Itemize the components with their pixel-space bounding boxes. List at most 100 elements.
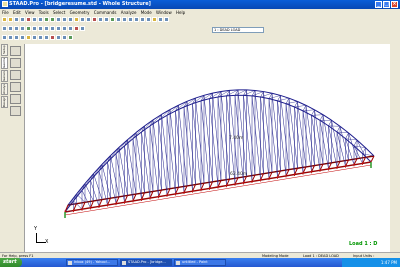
save-icon[interactable]	[14, 17, 19, 22]
app-icon	[2, 1, 8, 7]
start-button[interactable]: start	[0, 258, 22, 267]
pan-icon[interactable]	[164, 17, 169, 22]
display-icon[interactable]	[152, 17, 157, 22]
truss-diagonal	[141, 131, 151, 199]
dynamic-zoom-icon[interactable]	[44, 26, 49, 31]
arch-chord	[268, 98, 278, 102]
view-side-icon[interactable]	[134, 17, 139, 22]
truss-diagonal	[251, 95, 261, 181]
zoom-out-icon[interactable]	[68, 17, 73, 22]
undo-icon[interactable]	[44, 17, 49, 22]
menu-analyze[interactable]: Analyze	[121, 10, 137, 15]
dimension-icon[interactable]	[116, 17, 121, 22]
merge-icon[interactable]	[32, 35, 37, 40]
rotate-z-icon[interactable]	[68, 26, 73, 31]
grid-icon[interactable]	[56, 35, 61, 40]
select-icon[interactable]	[158, 17, 163, 22]
load-case-combo[interactable]: 1 : DEAD LOAD	[212, 27, 264, 33]
truss-diagonal	[243, 95, 253, 182]
menu-commands[interactable]: Commands	[94, 10, 117, 15]
menu-tools[interactable]: Tools	[39, 10, 49, 15]
label-icon[interactable]	[122, 17, 127, 22]
zoom-in-icon[interactable]	[62, 17, 67, 22]
view-top-icon[interactable]	[140, 17, 145, 22]
menu-view[interactable]: View	[25, 10, 35, 15]
close-button[interactable]: ×	[391, 1, 398, 8]
structure-wizard-icon[interactable]	[62, 35, 67, 40]
move-icon[interactable]	[20, 35, 25, 40]
minimize-button[interactable]: _	[375, 1, 382, 8]
mirror-icon[interactable]	[14, 35, 19, 40]
window-title: STAAD.Pro - [bridgeresume.std - Whole St…	[9, 1, 151, 7]
menu-mode[interactable]: Mode	[141, 10, 152, 15]
truss-diagonal	[178, 105, 188, 186]
sub-page-button[interactable]	[10, 82, 21, 92]
select-beams-icon[interactable]	[14, 26, 19, 31]
open-folder-icon[interactable]	[8, 17, 13, 22]
tab-analysis-print[interactable]: Analysis/Print	[1, 83, 8, 95]
task-paint[interactable]: untitled - Paint	[174, 259, 226, 266]
tab-design[interactable]: Design	[1, 96, 8, 108]
menu-file[interactable]: File	[2, 10, 9, 15]
intersect-icon[interactable]	[38, 35, 43, 40]
analysis-icon[interactable]	[110, 17, 115, 22]
truss-diagonal	[263, 91, 273, 173]
snap-grid-icon[interactable]	[74, 17, 79, 22]
support-icon[interactable]	[92, 17, 97, 22]
bridge-model[interactable]	[25, 44, 390, 252]
menu-select[interactable]: Select	[53, 10, 65, 15]
sub-page-button[interactable]	[10, 106, 21, 116]
node-icon[interactable]	[86, 17, 91, 22]
truss-diagonal	[217, 96, 227, 186]
height-dimension: 7.40m	[229, 136, 244, 141]
arch-chord	[135, 125, 145, 133]
split-beam-icon[interactable]	[26, 35, 31, 40]
sub-page-button[interactable]	[10, 46, 21, 56]
delete-icon[interactable]	[50, 35, 55, 40]
paste-icon[interactable]	[38, 17, 43, 22]
select-all-icon[interactable]	[32, 26, 37, 31]
new-file-icon[interactable]	[2, 17, 7, 22]
copy-icon[interactable]	[32, 17, 37, 22]
menu-geometry[interactable]: Geometry	[70, 10, 90, 15]
box-zoom-icon[interactable]	[38, 26, 43, 31]
menu-help[interactable]: Help	[176, 10, 185, 15]
sub-page-button[interactable]	[10, 58, 21, 68]
view-front-icon[interactable]	[128, 17, 133, 22]
run-analysis-icon[interactable]	[68, 35, 73, 40]
select-solids-icon[interactable]	[26, 26, 31, 31]
menu-edit[interactable]: Edit	[13, 10, 21, 15]
solid-icon[interactable]	[104, 17, 109, 22]
renumber-icon[interactable]	[44, 35, 49, 40]
fit-icon[interactable]	[50, 26, 55, 31]
maximize-button[interactable]: □	[383, 1, 390, 8]
sub-page-button[interactable]	[10, 94, 21, 104]
perspective-icon[interactable]	[80, 26, 85, 31]
tab-setup[interactable]: Setup	[1, 44, 8, 56]
beam-icon[interactable]	[80, 17, 85, 22]
deck-girder	[297, 166, 307, 169]
menu-bar: File Edit View Tools Select Geometry Com…	[0, 9, 400, 16]
circular-repeat-icon[interactable]	[8, 35, 13, 40]
view-iso-icon[interactable]	[146, 17, 151, 22]
rotate-y-icon[interactable]	[62, 26, 67, 31]
print-icon[interactable]	[20, 17, 25, 22]
tab-general[interactable]: General	[1, 70, 8, 82]
translational-repeat-icon[interactable]	[2, 35, 7, 40]
task-staad[interactable]: STAAD.Pro - [bridge...	[120, 259, 172, 266]
menu-window[interactable]: Window	[156, 10, 172, 15]
rotate-icon[interactable]	[56, 17, 61, 22]
cut-icon[interactable]	[26, 17, 31, 22]
shrink-icon[interactable]	[74, 26, 79, 31]
rotate-x-icon[interactable]	[56, 26, 61, 31]
plate-icon[interactable]	[98, 17, 103, 22]
select-plates-icon[interactable]	[20, 26, 25, 31]
cursor-icon[interactable]	[2, 26, 7, 31]
truss-diagonal	[169, 109, 179, 188]
model-viewport[interactable]: 7.40m 62.40m Y X Load 1 : D	[25, 44, 390, 252]
tab-geometry[interactable]: Geometry	[1, 57, 8, 69]
redo-icon[interactable]	[50, 17, 55, 22]
select-nodes-icon[interactable]	[8, 26, 13, 31]
task-yahoo-mail[interactable]: Inbox (49) - Yahoo!...	[66, 259, 118, 266]
sub-page-button[interactable]	[10, 70, 21, 80]
